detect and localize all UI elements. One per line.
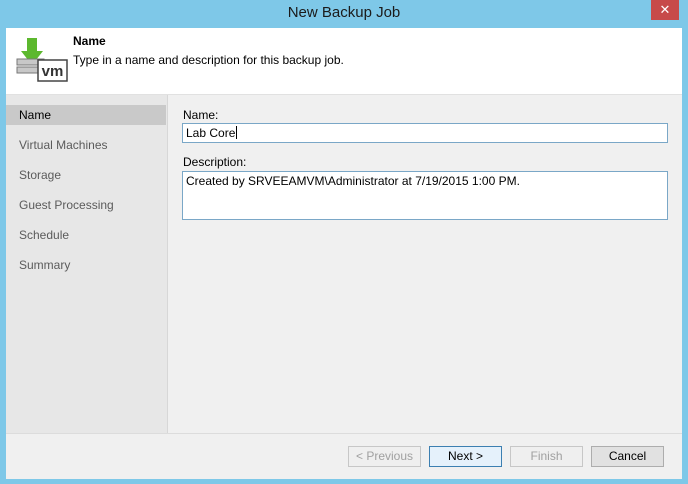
step-guest-processing[interactable]: Guest Processing — [6, 195, 166, 215]
close-icon: ✕ — [659, 2, 671, 17]
close-button[interactable]: ✕ — [651, 0, 679, 20]
next-button[interactable]: Next > — [429, 446, 502, 467]
vm-backup-icon: vm — [16, 38, 70, 84]
finish-button[interactable]: Finish — [510, 446, 583, 467]
description-field-value: Created by SRVEEAMVM\Administrator at 7/… — [186, 174, 520, 188]
cancel-button[interactable]: Cancel — [591, 446, 664, 467]
description-field[interactable]: Created by SRVEEAMVM\Administrator at 7/… — [182, 171, 668, 220]
previous-button[interactable]: < Previous — [348, 446, 421, 467]
name-field-value: Lab Core — [186, 126, 236, 140]
wizard-steps-sidebar: Name Virtual Machines Storage Guest Proc… — [6, 95, 168, 433]
wizard-content: Name: Lab Core Description: Created by S… — [168, 95, 682, 433]
dialog-window: New Backup Job ✕ vm Name Type in a name … — [0, 0, 688, 484]
name-label: Name: — [183, 108, 219, 122]
title-bar[interactable]: New Backup Job ✕ — [0, 0, 688, 28]
description-label: Description: — [183, 155, 247, 169]
name-field[interactable]: Lab Core — [182, 123, 668, 143]
vm-icon-text: vm — [42, 63, 64, 80]
step-title: Name — [73, 34, 106, 48]
wizard-footer: < Previous Next > Finish Cancel — [6, 433, 682, 479]
text-caret — [236, 126, 238, 139]
wizard-header: vm Name Type in a name and description f… — [6, 28, 682, 95]
dialog-client: vm Name Type in a name and description f… — [6, 28, 682, 479]
step-virtual-machines[interactable]: Virtual Machines — [6, 135, 166, 155]
step-storage[interactable]: Storage — [6, 165, 166, 185]
step-description: Type in a name and description for this … — [73, 53, 344, 67]
step-schedule[interactable]: Schedule — [6, 225, 166, 245]
window-title: New Backup Job — [287, 4, 401, 21]
step-summary[interactable]: Summary — [6, 255, 166, 275]
step-name[interactable]: Name — [6, 105, 166, 125]
